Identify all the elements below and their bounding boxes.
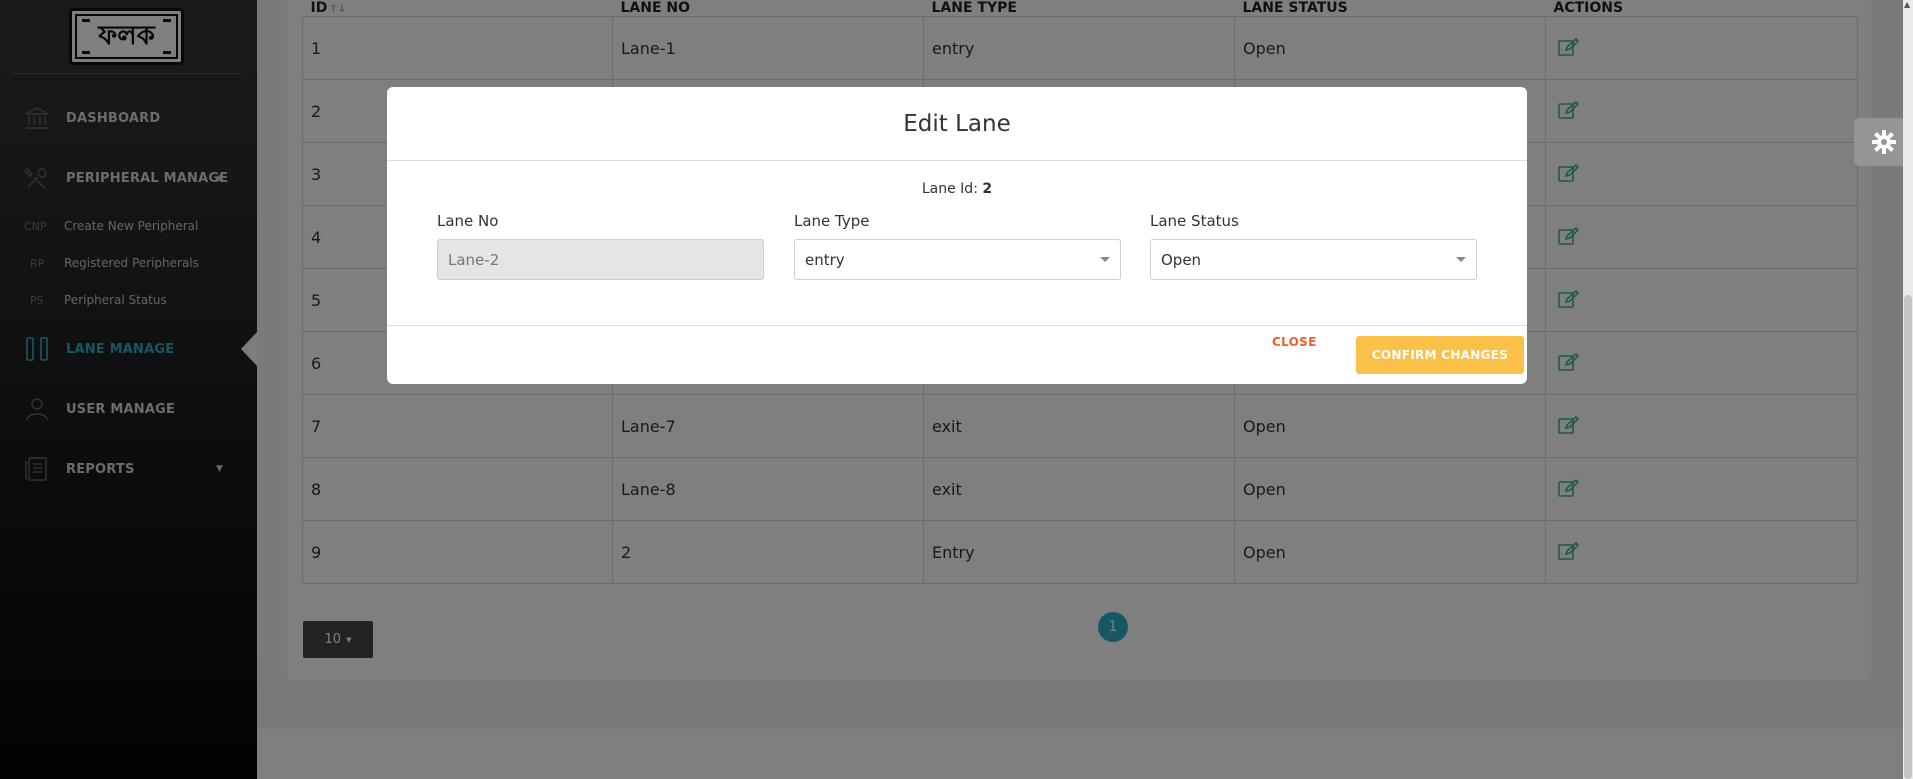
page-scrollbar[interactable]: ▲ [1903,0,1913,779]
scrollbar-thumb[interactable] [1904,295,1912,779]
lane-no-label: Lane No [437,212,499,230]
lane-status-label: Lane Status [1150,212,1239,230]
caret-down-icon [1100,257,1110,262]
lane-status-value: Open [1161,250,1202,269]
active-nav-indicator [241,331,258,367]
lane-no-input[interactable]: Lane-2 [437,239,764,280]
close-button[interactable]: CLOSE [1272,335,1317,349]
lane-type-select[interactable]: entry [794,239,1121,280]
lane-type-label: Lane Type [794,212,870,230]
modal-title: Edit Lane [903,110,1011,137]
lane-id-label: Lane Id: [921,181,978,197]
lane-no-placeholder: Lane-2 [448,250,500,269]
lane-id-display: Lane Id: 2 [387,181,1527,197]
modal-header-divider [387,160,1527,161]
lane-id-value: 2 [982,181,993,197]
modal-footer-divider [387,325,1527,326]
confirm-changes-button[interactable]: CONFIRM CHANGES [1356,336,1524,374]
caret-down-icon [1456,257,1466,262]
gear-icon [1871,130,1896,154]
lane-type-value: entry [805,250,845,269]
edit-lane-modal: Edit Lane Lane Id: 2 Lane No Lane-2 Lane… [387,87,1527,384]
lane-status-select[interactable]: Open [1150,239,1477,280]
scroll-up-icon[interactable]: ▲ [1904,0,1910,9]
